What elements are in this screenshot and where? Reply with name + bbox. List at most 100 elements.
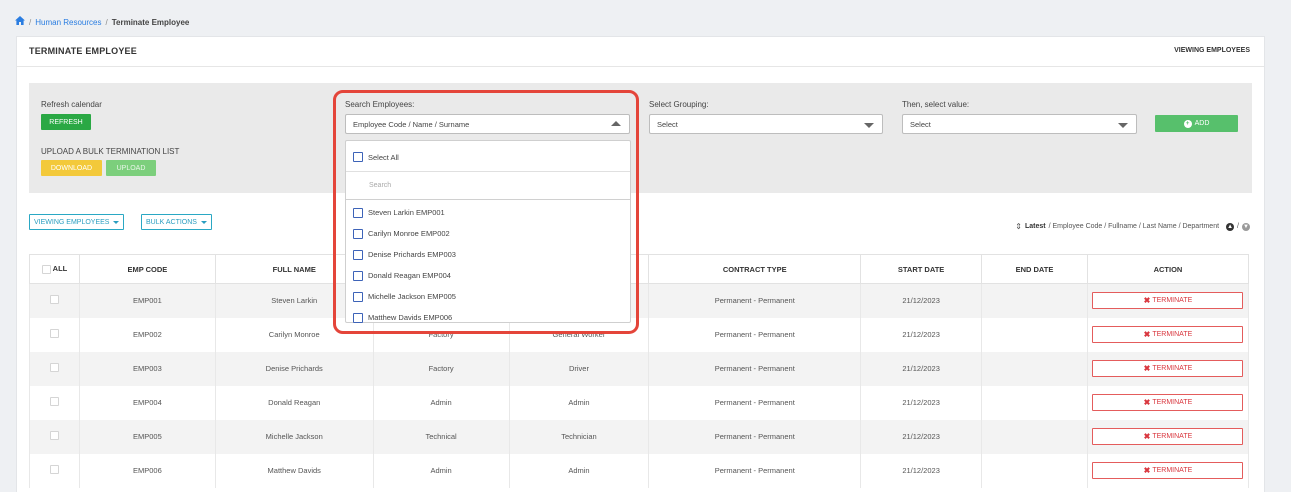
header-end-date[interactable]: END DATE [981, 254, 1088, 284]
full-name-cell: Matthew Davids [214, 453, 374, 488]
dropdown-option[interactable]: Denise Prichards EMP003 [353, 244, 456, 265]
viewing-employees-button-label: VIEWING EMPLOYEES [34, 218, 110, 226]
position-cell: Admin [508, 385, 650, 420]
header-contract-type[interactable]: CONTRACT TYPE [648, 254, 862, 284]
breadcrumb: / Human Resources / Terminate Employee [15, 16, 189, 28]
header-start-date[interactable]: START DATE [860, 254, 983, 284]
terminate-label: TERMINATE [1152, 365, 1193, 372]
bulk-actions-button-label: BULK ACTIONS [146, 218, 197, 226]
start-date-cell: 21/12/2023 [860, 419, 983, 454]
terminate-label: TERMINATE [1152, 331, 1193, 338]
breadcrumb-human-resources[interactable]: Human Resources [35, 18, 101, 27]
select-all-option[interactable]: Select All [353, 152, 399, 162]
employee-search-value: Employee Code / Name / Surname [353, 119, 470, 129]
row-checkbox[interactable] [49, 397, 59, 406]
breadcrumb-separator: / [29, 17, 32, 27]
row-checkbox[interactable] [49, 363, 59, 372]
row-checkbox[interactable] [49, 431, 59, 440]
bulk-termination-label: UPLOAD A BULK TERMINATION LIST [41, 147, 180, 156]
row-checkbox[interactable] [49, 295, 59, 305]
sort-bar: ⇕ Latest / Employee Code / Fullname / La… [1015, 222, 1250, 231]
table-row: EMP004 Donald Reagan Admin Admin Permanent -… [29, 385, 1250, 420]
contract-type-cell: Permanent - Permanent [648, 317, 862, 352]
department-cell: Factory [372, 351, 510, 386]
plus-circle-icon: + [1183, 119, 1192, 128]
option-label: Michelle Jackson EMP005 [368, 292, 456, 301]
table-row: EMP003 Denise Prichards Factory Driver Perma… [29, 351, 1250, 386]
select-all-checkbox[interactable] [41, 264, 51, 274]
download-button[interactable]: DOWNLOAD [41, 160, 102, 176]
option-label: Steven Larkin EMP001 [368, 208, 445, 217]
chevron-down-icon [864, 123, 874, 128]
contract-type-cell: Permanent - Permanent [648, 351, 862, 386]
terminate-button[interactable]: ✖ TERMINATE [1092, 394, 1244, 411]
close-icon: ✖ [1143, 432, 1151, 441]
refresh-calendar-label: Refresh calendar [41, 100, 102, 109]
value-select[interactable]: Select [902, 114, 1137, 134]
close-icon: ✖ [1143, 398, 1151, 407]
grouping-select[interactable]: Select [649, 114, 883, 134]
dropdown-list: Steven Larkin EMP001 Carilyn Monroe EMP00… [353, 202, 456, 328]
dropdown-option[interactable]: Donald Reagan EMP004 [353, 265, 456, 286]
chevron-down-icon [1118, 123, 1128, 128]
sort-slash: / [1237, 223, 1239, 230]
caret-down-icon [200, 220, 207, 224]
sort-options[interactable]: / Employee Code / Fullname / Last Name /… [1049, 223, 1219, 230]
terminate-button[interactable]: ✖ TERMINATE [1092, 326, 1244, 343]
terminate-button[interactable]: ✖ TERMINATE [1092, 428, 1244, 445]
full-name-cell: Denise Prichards [214, 351, 374, 386]
option-checkbox[interactable] [353, 207, 363, 218]
option-checkbox[interactable] [353, 249, 363, 260]
upload-button[interactable]: UPLOAD [106, 160, 156, 176]
home-icon[interactable] [15, 16, 25, 28]
refresh-button[interactable]: REFRESH [41, 114, 91, 130]
employee-search-select[interactable]: Employee Code / Name / Surname [345, 114, 630, 134]
terminate-button[interactable]: ✖ TERMINATE [1092, 360, 1244, 377]
position-cell: Technician [508, 419, 650, 454]
header-emp-code[interactable]: EMP CODE [78, 254, 216, 284]
row-checkbox[interactable] [49, 465, 59, 474]
terminate-button[interactable]: ✖ TERMINATE [1092, 292, 1244, 310]
row-checkbox-cell [29, 283, 80, 318]
sort-icon: ⇕ [1015, 222, 1022, 231]
terminate-label: TERMINATE [1152, 399, 1193, 406]
bulk-actions-button[interactable]: BULK ACTIONS [141, 214, 212, 230]
terminate-button[interactable]: ✖ TERMINATE [1092, 462, 1244, 479]
emp-code-cell: EMP002 [78, 317, 216, 352]
page-title: TERMINATE EMPLOYEE [29, 46, 137, 56]
option-label: Donald Reagan EMP004 [368, 271, 451, 280]
row-checkbox[interactable] [49, 329, 59, 338]
dropdown-option[interactable]: Carilyn Monroe EMP002 [353, 223, 456, 244]
full-name-cell: Donald Reagan [214, 385, 374, 420]
caret-down-icon [113, 220, 120, 224]
option-label: Matthew Davids EMP006 [368, 313, 453, 322]
dropdown-option[interactable]: Matthew Davids EMP006 [353, 307, 456, 328]
department-cell: Admin [372, 385, 510, 420]
header-all[interactable]: ALL [29, 254, 80, 284]
select-all-label: Select All [368, 152, 399, 162]
dropdown-option[interactable]: Michelle Jackson EMP005 [353, 286, 456, 307]
option-checkbox[interactable] [353, 270, 363, 281]
action-cell: ✖ TERMINATE [1086, 419, 1250, 454]
end-date-cell [981, 317, 1088, 352]
department-cell: Admin [372, 453, 510, 488]
option-checkbox[interactable] [353, 312, 363, 323]
option-checkbox[interactable] [353, 228, 363, 239]
contract-type-cell: Permanent - Permanent [648, 419, 862, 454]
full-name-cell: Michelle Jackson [214, 419, 374, 454]
dropdown-option[interactable]: Steven Larkin EMP001 [353, 202, 456, 223]
end-date-cell [981, 419, 1088, 454]
dropdown-search-input[interactable]: Search [346, 171, 630, 200]
option-label: Carilyn Monroe EMP002 [368, 229, 450, 238]
row-checkbox-cell [29, 317, 80, 352]
sort-ascending-icon[interactable]: ▲ [1226, 222, 1235, 231]
viewing-employees-button[interactable]: VIEWING EMPLOYEES [29, 214, 125, 230]
caret-up-icon [611, 121, 621, 126]
action-cell: ✖ TERMINATE [1086, 317, 1250, 352]
position-cell: Driver [508, 351, 650, 386]
add-button[interactable]: + ADD [1155, 115, 1238, 132]
sort-descending-icon[interactable]: ▼ [1242, 222, 1250, 231]
sort-latest[interactable]: Latest [1025, 223, 1046, 230]
select-all-checkbox[interactable] [353, 152, 363, 162]
option-checkbox[interactable] [353, 291, 363, 302]
